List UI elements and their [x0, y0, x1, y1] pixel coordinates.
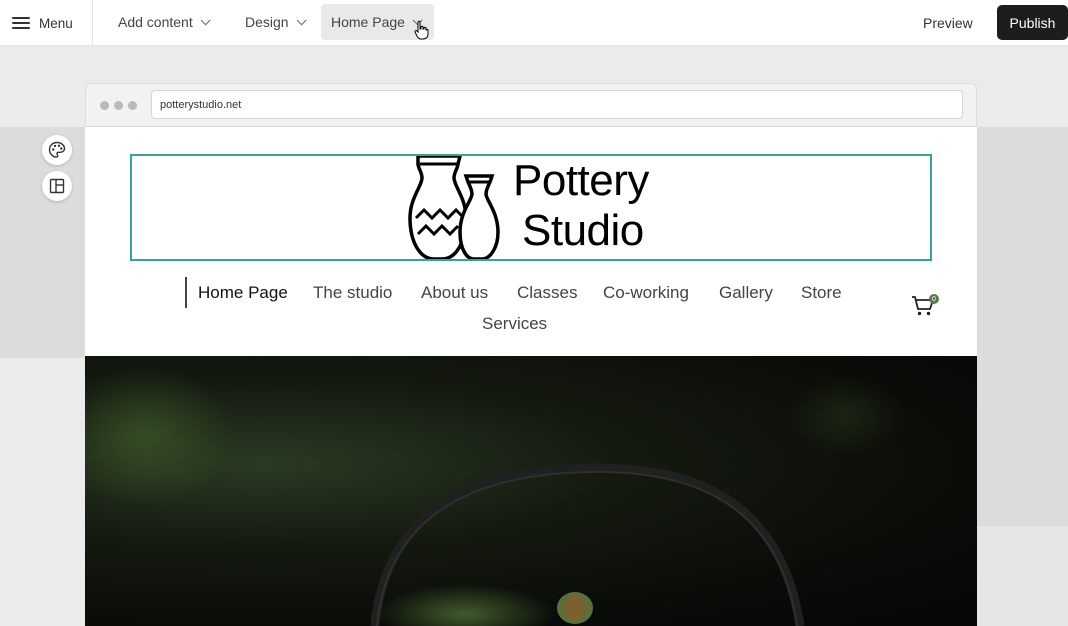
add-content-dropdown[interactable]: Add content — [108, 4, 217, 40]
vases-logo-icon — [408, 156, 500, 259]
nav-item-the-studio[interactable]: The studio — [313, 283, 392, 303]
cart-count-badge: 0 — [929, 294, 939, 304]
hero-photo — [85, 366, 905, 626]
palette-icon — [48, 141, 66, 158]
hero-image — [85, 356, 977, 626]
browser-chrome: potterystudio.net — [85, 83, 977, 127]
palette-tool-button[interactable] — [42, 135, 72, 165]
menu-button[interactable]: Menu — [0, 0, 93, 46]
nav-item-co-working[interactable]: Co-working — [603, 283, 689, 303]
chevron-down-icon — [296, 14, 307, 25]
nav-item-store[interactable]: Store — [801, 283, 842, 303]
canvas-margin — [977, 127, 1068, 526]
layout-icon — [49, 178, 65, 194]
editor-toolbar: Menu Add content Design Home Page Previe… — [0, 0, 1068, 46]
page-selector-label: Home Page — [331, 14, 405, 30]
nav-current-marker — [185, 277, 187, 308]
chevron-down-icon — [200, 14, 211, 25]
hand-cursor-icon — [414, 20, 429, 40]
nav-item-gallery[interactable]: Gallery — [719, 283, 773, 303]
layout-tool-button[interactable] — [42, 171, 72, 201]
add-content-label: Add content — [118, 14, 193, 30]
logo-block-selected[interactable]: Pottery Studio — [130, 154, 932, 261]
design-label: Design — [245, 14, 289, 30]
nav-item-about-us[interactable]: About us — [421, 283, 488, 303]
canvas-margin — [977, 526, 1068, 626]
site-preview: Pottery Studio Home Page The studio Abou… — [85, 127, 977, 626]
menu-label: Menu — [39, 15, 73, 31]
publish-button[interactable]: Publish — [997, 5, 1068, 40]
nav-item-classes[interactable]: Classes — [517, 283, 577, 303]
logo-text-line2: Studio — [522, 206, 644, 255]
preview-button[interactable]: Preview — [913, 5, 983, 40]
hamburger-icon — [12, 17, 30, 29]
window-dots — [100, 101, 137, 110]
design-dropdown[interactable]: Design — [235, 4, 313, 40]
nav-item-services[interactable]: Services — [482, 314, 547, 334]
url-bar: potterystudio.net — [151, 90, 963, 119]
logo-text-line1: Pottery — [513, 156, 649, 205]
nav-item-home-page[interactable]: Home Page — [198, 283, 288, 303]
